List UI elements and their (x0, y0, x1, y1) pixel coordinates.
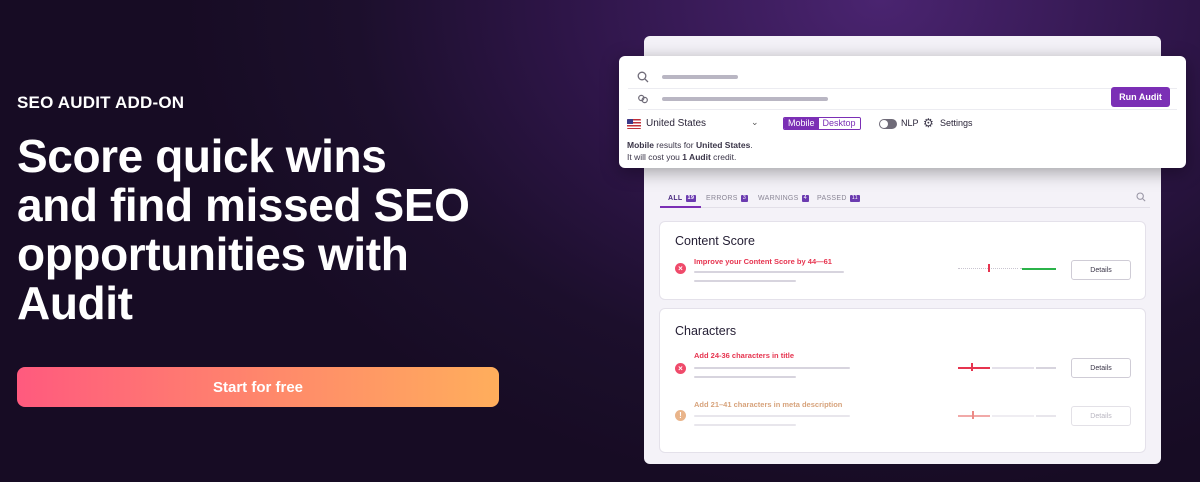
nlp-label: NLP (901, 118, 919, 128)
issue-description-placeholder (694, 376, 796, 378)
note-country: United States (696, 140, 751, 150)
tab-all[interactable]: ALL 19 (668, 195, 697, 202)
gauge-target-range (992, 414, 1034, 417)
options-row: United States ⌄ Mobile Desktop NLP ⚙ Set… (627, 116, 1177, 132)
note-device: Mobile (627, 140, 654, 150)
tab-label: PASSED (817, 195, 847, 202)
chevron-down-icon[interactable]: ⌄ (751, 117, 759, 128)
tab-errors[interactable]: ERRORS 3 (706, 195, 749, 202)
error-icon: × (675, 363, 686, 374)
tab-count-badge: 19 (685, 195, 697, 202)
country-select[interactable]: United States (646, 118, 706, 129)
note-cost-suffix: credit. (713, 152, 737, 162)
search-icon (634, 68, 652, 86)
keyword-placeholder (662, 75, 738, 79)
tab-label: ERRORS (706, 195, 738, 202)
length-gauge (958, 411, 1056, 419)
issue-row: × Improve your Content Score by 44—61 De… (675, 257, 1135, 287)
length-gauge (958, 363, 1056, 371)
url-placeholder (662, 97, 828, 101)
issue-description-placeholder (694, 280, 796, 282)
run-audit-button[interactable]: Run Audit (1111, 87, 1170, 107)
note-results-for: results for (656, 140, 694, 150)
device-toggle: Mobile Desktop (783, 117, 861, 130)
issue-tabs: ALL 19 ERRORS 3 WARNINGS 4 PASSED 11 (660, 193, 1150, 208)
gauge-track (1036, 414, 1056, 417)
error-icon: × (675, 263, 686, 274)
gauge-current-marker (972, 411, 974, 419)
issue-title: Add 21–41 characters in meta description (694, 400, 843, 409)
us-flag-icon (627, 119, 641, 129)
section-characters: Characters × Add 24-36 characters in tit… (659, 308, 1146, 453)
note-period: . (750, 140, 753, 150)
score-gauge (958, 264, 1056, 272)
note-cost-amount: 1 Audit (682, 152, 711, 162)
tab-label: ALL (668, 195, 683, 202)
url-field[interactable] (628, 88, 1177, 110)
details-button[interactable]: Details (1071, 406, 1131, 426)
active-tab-indicator (660, 206, 701, 208)
hero: SEO AUDIT ADD-ON Score quick wins and fi… (17, 0, 517, 482)
gauge-track (1036, 366, 1056, 369)
gauge-current-marker (988, 264, 990, 272)
headline: Score quick wins and find missed SEO opp… (17, 130, 470, 329)
section-title: Characters (675, 324, 737, 338)
start-for-free-button[interactable]: Start for free (17, 367, 499, 407)
issue-description-placeholder (694, 424, 796, 426)
settings-link[interactable]: Settings (940, 118, 973, 128)
gauge-target-range (992, 366, 1034, 369)
section-content-score: Content Score × Improve your Content Sco… (659, 221, 1146, 300)
note-cost-prefix: It will cost you (627, 152, 680, 162)
issue-title: Add 24-36 characters in title (694, 351, 795, 360)
tab-passed[interactable]: PASSED 11 (817, 195, 860, 202)
keyword-field[interactable] (628, 66, 1177, 88)
tab-label: WARNINGS (758, 195, 799, 202)
tab-count-badge: 4 (801, 195, 809, 202)
details-button[interactable]: Details (1071, 358, 1131, 378)
tab-count-badge: 11 (849, 195, 860, 202)
gauge-current-marker (971, 363, 973, 371)
search-icon[interactable] (1136, 192, 1146, 205)
gauge-fill (958, 414, 990, 417)
cost-note: Mobile results for United States. It wil… (627, 139, 753, 163)
gear-icon[interactable]: ⚙ (923, 116, 934, 130)
nlp-toggle[interactable] (879, 119, 897, 129)
warning-icon: ! (675, 410, 686, 421)
section-title: Content Score (675, 234, 755, 248)
issue-description-placeholder (694, 415, 850, 417)
issue-description-placeholder (694, 271, 844, 273)
tab-warnings[interactable]: WARNINGS 4 (758, 195, 809, 202)
eyebrow-label: SEO AUDIT ADD-ON (17, 93, 185, 112)
issue-row: × Add 24-36 characters in title Details (675, 351, 1135, 381)
issue-description-placeholder (694, 367, 850, 369)
link-icon (634, 90, 652, 108)
details-button[interactable]: Details (1071, 260, 1131, 280)
tab-count-badge: 3 (740, 195, 749, 202)
gauge-fill (958, 366, 990, 369)
gauge-target-range (1022, 267, 1056, 270)
audit-form-card: Run Audit United States ⌄ Mobile Desktop… (619, 56, 1186, 168)
device-mobile-option[interactable]: Mobile (784, 118, 819, 129)
issue-title: Improve your Content Score by 44—61 (694, 257, 832, 266)
device-desktop-option[interactable]: Desktop (818, 118, 860, 129)
issue-row: ! Add 21–41 characters in meta descripti… (675, 400, 1135, 430)
